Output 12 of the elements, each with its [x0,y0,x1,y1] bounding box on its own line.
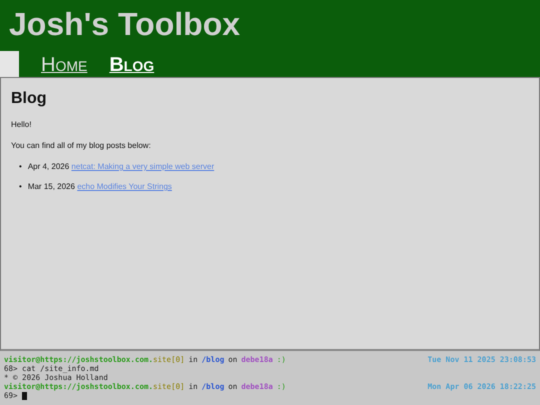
post-date: Mar 15, 2026 [28,182,75,191]
list-bullet: • [19,182,22,191]
site-title: Josh's Toolbox [8,5,242,43]
paragraph: You can find all of my blog posts below: [11,141,152,150]
nav-link[interactable]: Blog [109,53,154,77]
post-date: Apr 4, 2026 [28,162,70,171]
page-heading: Blog [11,90,48,108]
text-cursor [22,392,27,400]
nav-link[interactable]: Home [41,53,88,77]
nav-square [0,51,19,77]
paragraph: Hello! [11,120,32,129]
list-bullet: • [19,162,22,171]
